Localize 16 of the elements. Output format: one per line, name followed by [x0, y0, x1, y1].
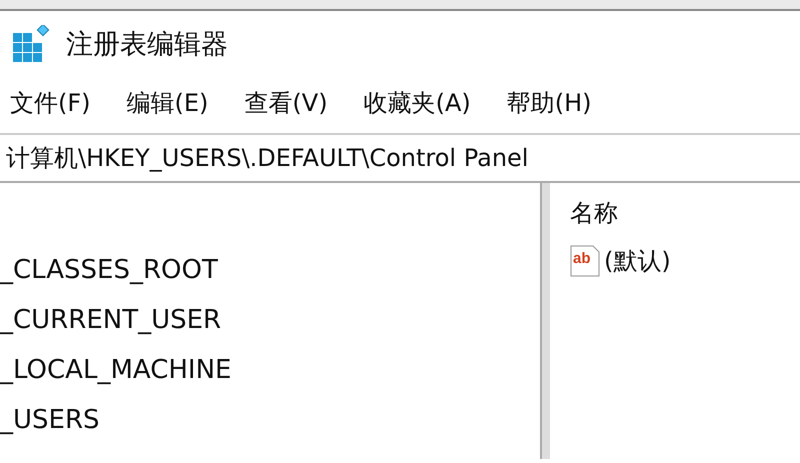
tree-item[interactable]: _CURRENT_USER	[0, 305, 222, 335]
registry-icon	[12, 25, 50, 63]
menu-item[interactable]: 查看(V)	[244, 87, 328, 119]
pane-splitter[interactable]	[540, 183, 550, 459]
tree-item[interactable]: _USERS	[0, 405, 100, 435]
menu-item[interactable]: 文件(F)	[10, 87, 91, 119]
string-value-icon: ab	[570, 245, 600, 277]
column-header[interactable]: 名称	[570, 193, 671, 233]
tree-item[interactable]: _LOCAL_MACHINE	[0, 355, 232, 385]
menu-item[interactable]: 帮助(H)	[506, 87, 592, 119]
value-name[interactable]: (默认)	[604, 245, 671, 277]
tree-item[interactable]: _CLASSES_ROOT	[0, 255, 218, 285]
menu-item[interactable]: 收藏夹(A)	[364, 87, 471, 119]
address-field[interactable]: 计算机\HKEY_USERS\.DEFAULT\Control Panel	[0, 133, 800, 183]
window-title: 注册表编辑器	[66, 28, 228, 62]
menu-item[interactable]: 编辑(E)	[126, 87, 208, 119]
